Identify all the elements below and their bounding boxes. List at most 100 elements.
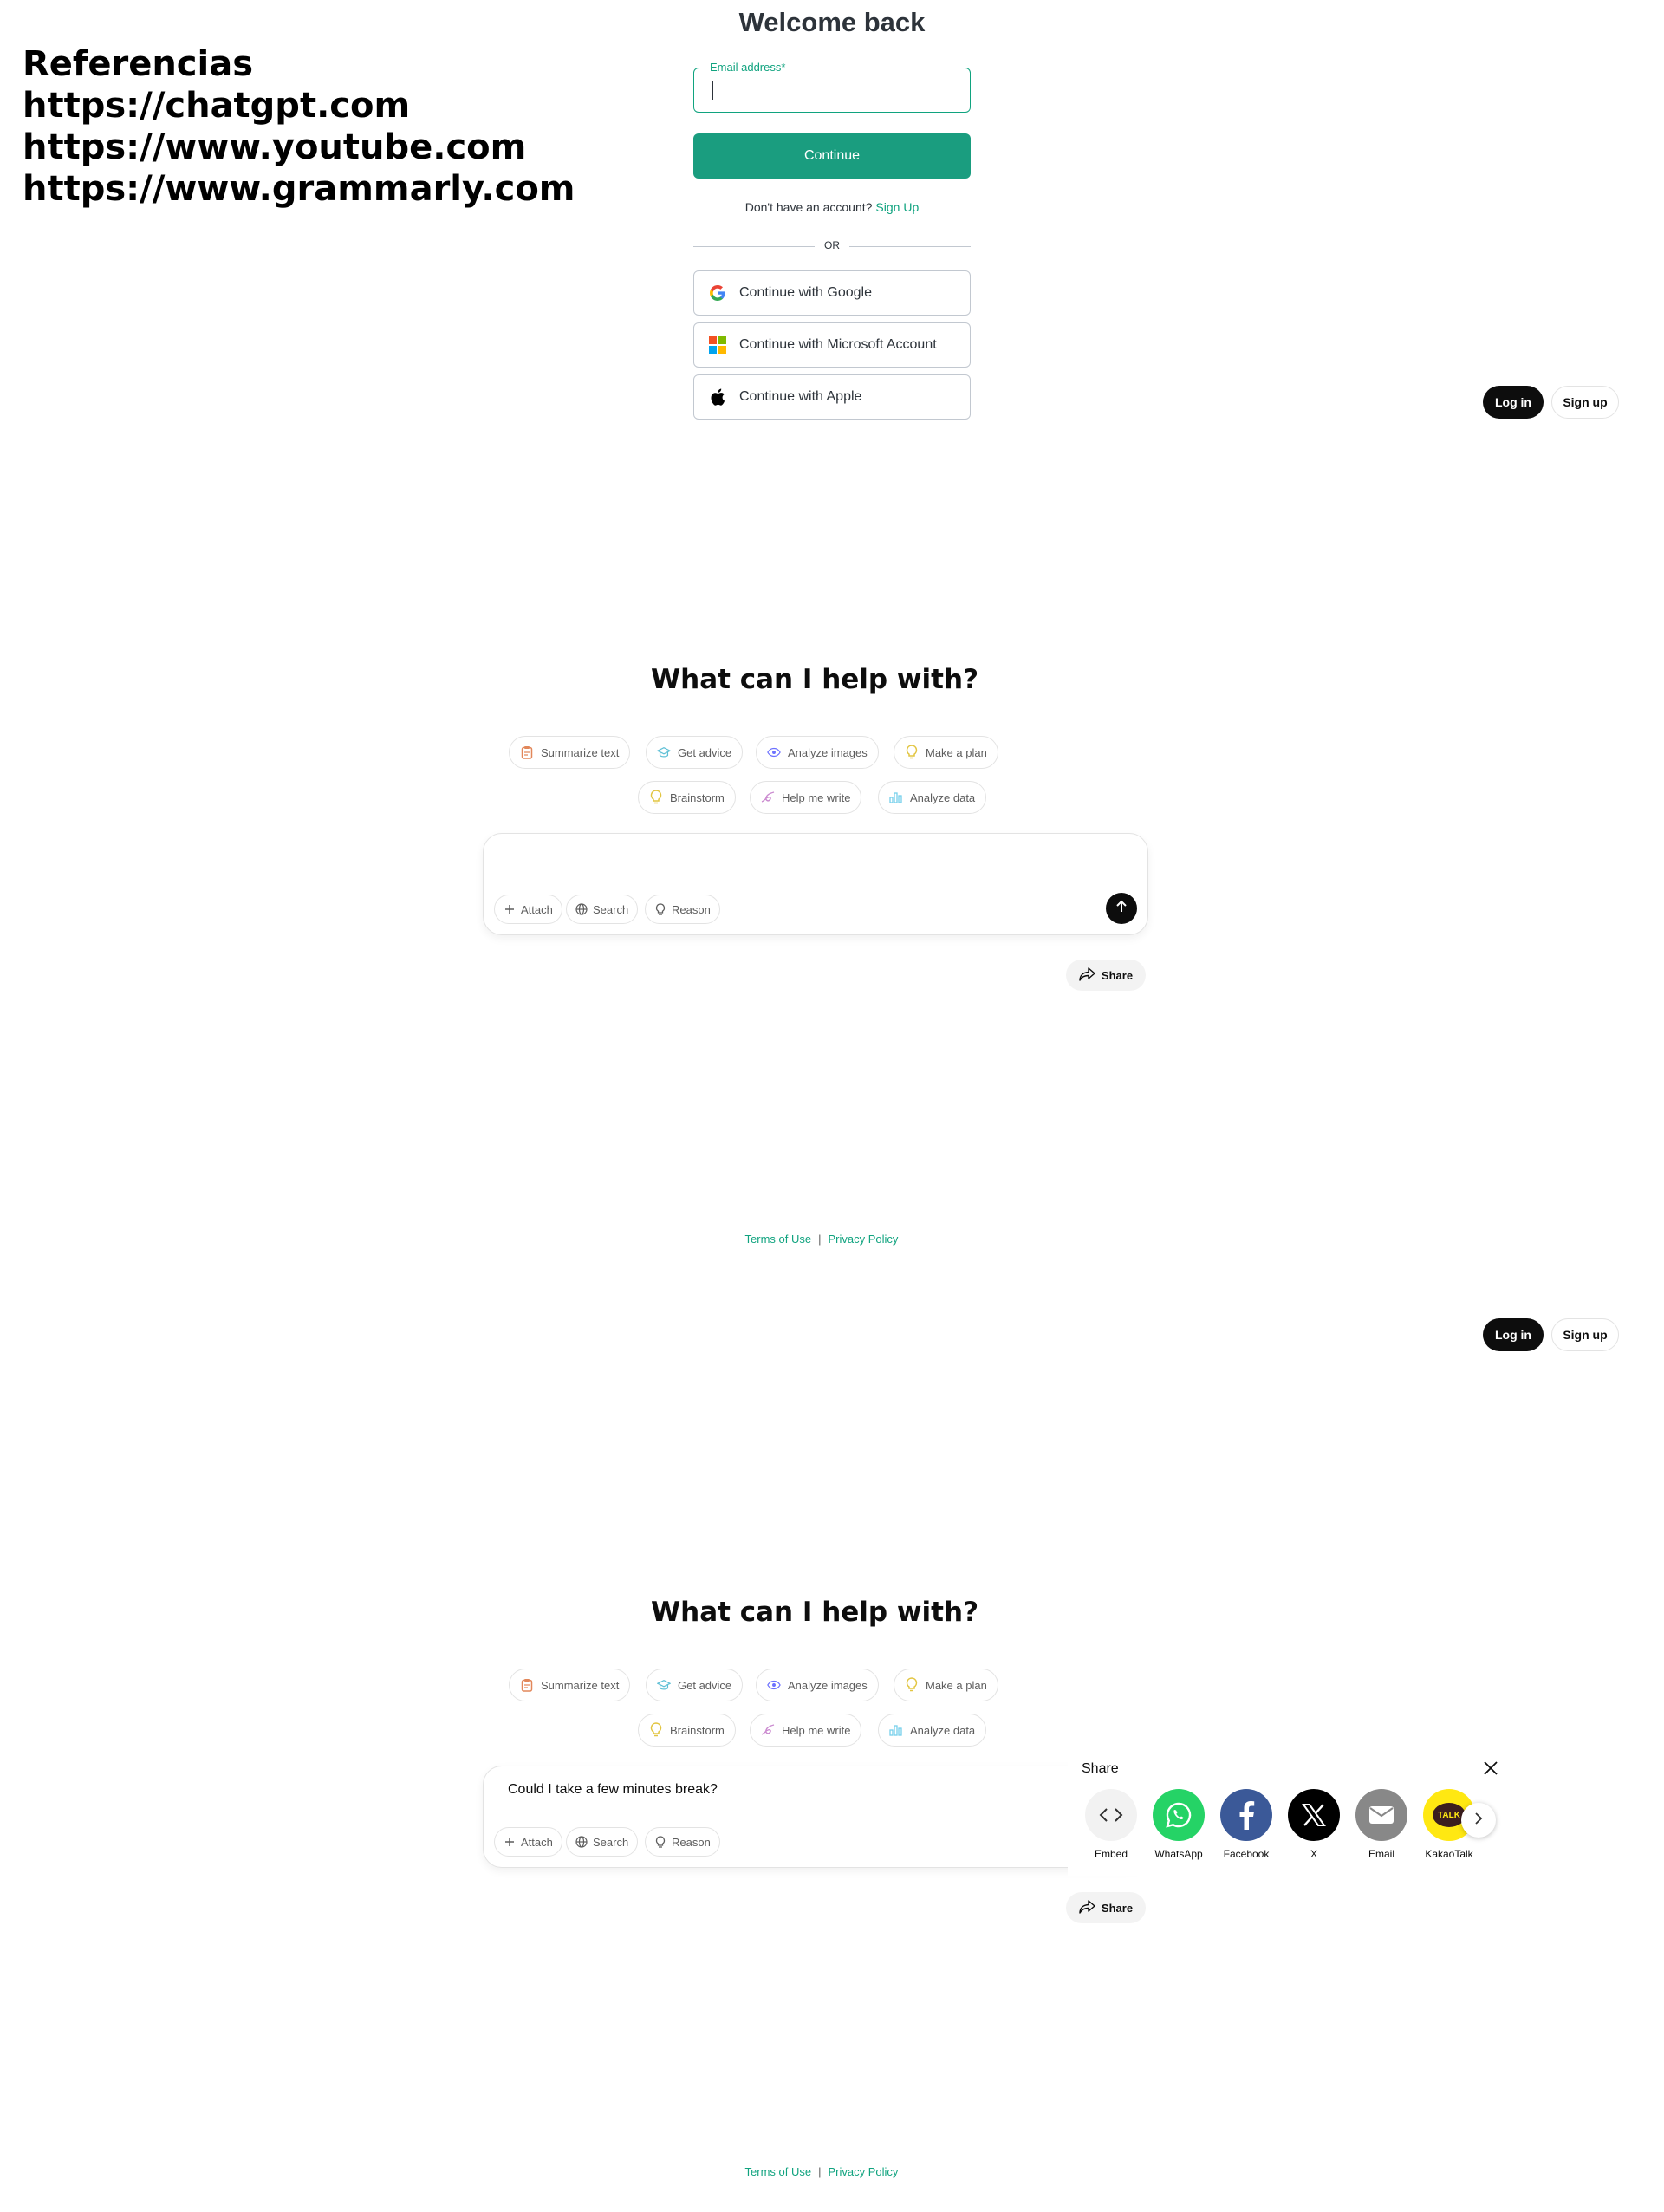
chip-label: Analyze images [788, 745, 868, 759]
share-item-label: X [1310, 1848, 1317, 1860]
terms-link[interactable]: Terms of Use [745, 2165, 812, 2178]
lightbulb-icon [905, 1677, 919, 1692]
no-account-text: Don't have an account? [744, 200, 873, 214]
chip-analyze-images[interactable]: Analyze images [756, 1669, 879, 1701]
reason-button[interactable]: Reason [645, 895, 720, 924]
chip-get-advice[interactable]: Get advice [646, 1669, 744, 1701]
send-button[interactable] [1106, 893, 1137, 924]
share-icon [1079, 1899, 1102, 1916]
chip-analyze-images[interactable]: Analyze images [756, 736, 879, 769]
chip-summarize-text[interactable]: Summarize text [509, 736, 631, 769]
composer-text[interactable]: Could I take a few minutes break? [508, 1782, 718, 1798]
share-facebook[interactable]: Facebook [1220, 1789, 1272, 1860]
share-item-label: KakaoTalk [1425, 1848, 1473, 1860]
footer: Terms of Use | Privacy Policy [648, 1233, 995, 1246]
chip-label: Summarize text [541, 1678, 620, 1692]
whatsapp-icon [1153, 1789, 1205, 1841]
signup-prompt: Don't have an account? Sign Up [693, 200, 971, 214]
signup-button[interactable]: Sign up [1551, 386, 1619, 419]
signup-button[interactable]: Sign up [1551, 1318, 1619, 1351]
embed-icon [1085, 1789, 1137, 1841]
chat-composer[interactable]: Attach Search Reason [483, 833, 1148, 935]
chat-headline: What can I help with? [650, 1597, 979, 1628]
references-title: Referencias [23, 44, 254, 84]
google-login-label: Continue with Google [739, 285, 872, 300]
reference-link[interactable]: https://chatgpt.com [23, 85, 575, 127]
continue-button[interactable]: Continue [693, 133, 971, 179]
privacy-link[interactable]: Privacy Policy [829, 1233, 899, 1246]
or-divider: OR [693, 239, 971, 253]
terms-link[interactable]: Terms of Use [745, 1233, 812, 1246]
google-login-button[interactable]: Continue with Google [693, 270, 971, 316]
kakao-badge-text: TALK [1438, 1810, 1460, 1820]
eye-icon [767, 745, 781, 759]
share-whatsapp[interactable]: WhatsApp [1153, 1789, 1205, 1860]
share-icon [1079, 966, 1102, 984]
chip-label: Get advice [678, 1678, 732, 1692]
signup-link[interactable]: Sign Up [875, 200, 919, 214]
share-button[interactable]: Share [1066, 1892, 1146, 1923]
next-button[interactable] [1461, 1803, 1496, 1838]
search-button[interactable]: Search [566, 895, 639, 924]
microsoft-icon [708, 335, 727, 355]
chip-summarize-text[interactable]: Summarize text [509, 1669, 631, 1701]
pen-icon [761, 790, 775, 804]
lightbulb-icon [649, 1722, 663, 1737]
chip-label: Analyze data [910, 1723, 976, 1737]
chip-label: Brainstorm [670, 790, 725, 804]
text-caret [712, 81, 713, 100]
attach-label: Attach [521, 902, 553, 916]
plus-icon [504, 1836, 516, 1848]
search-label: Search [593, 1835, 629, 1849]
share-label: Share [1101, 968, 1134, 982]
apple-login-button[interactable]: Continue with Apple [693, 374, 971, 420]
chip-analyze-data[interactable]: Analyze data [878, 1714, 987, 1747]
share-item-label: Facebook [1223, 1848, 1270, 1860]
chip-help-me-write[interactable]: Help me write [750, 781, 862, 814]
chip-get-advice[interactable]: Get advice [646, 736, 744, 769]
attach-button[interactable]: Attach [494, 895, 562, 924]
chip-analyze-data[interactable]: Analyze data [878, 781, 987, 814]
close-button[interactable] [1480, 1758, 1501, 1779]
share-email[interactable]: Email [1355, 1789, 1407, 1860]
chip-make-a-plan[interactable]: Make a plan [894, 1669, 998, 1701]
clipboard-icon [520, 1678, 534, 1692]
microsoft-login-button[interactable]: Continue with Microsoft Account [693, 322, 971, 368]
chip-label: Get advice [678, 745, 732, 759]
reference-link[interactable]: https://www.youtube.com [23, 127, 575, 168]
search-label: Search [593, 902, 629, 916]
chip-brainstorm[interactable]: Brainstorm [638, 781, 736, 814]
references-block: Referencias https://chatgpt.com https://… [23, 43, 575, 210]
chip-make-a-plan[interactable]: Make a plan [894, 736, 998, 769]
share-button[interactable]: Share [1066, 960, 1146, 991]
email-field-label: Email address* [706, 61, 790, 74]
or-text: OR [824, 239, 840, 251]
privacy-link[interactable]: Privacy Policy [829, 2165, 899, 2178]
clipboard-icon [520, 745, 534, 759]
lightbulb-icon [905, 745, 919, 759]
chip-help-me-write[interactable]: Help me write [750, 1714, 862, 1747]
attach-button[interactable]: Attach [494, 1827, 562, 1857]
chip-label: Help me write [782, 790, 851, 804]
search-button[interactable]: Search [566, 1827, 639, 1857]
chip-label: Help me write [782, 1723, 851, 1737]
chip-label: Analyze images [788, 1678, 868, 1692]
attach-label: Attach [521, 1835, 553, 1849]
login-button[interactable]: Log in [1483, 1318, 1544, 1351]
facebook-icon [1220, 1789, 1272, 1841]
google-icon [708, 283, 727, 303]
email-field[interactable]: Email address* [693, 61, 971, 113]
eye-icon [767, 1678, 781, 1692]
x-icon [1288, 1789, 1340, 1841]
reason-button[interactable]: Reason [645, 1827, 720, 1857]
chat-composer[interactable]: Could I take a few minutes break? Attach… [483, 1766, 1148, 1868]
pen-icon [761, 1723, 775, 1737]
share-embed[interactable]: Embed [1085, 1789, 1137, 1860]
reference-link[interactable]: https://www.grammarly.com [23, 168, 575, 210]
chip-label: Make a plan [926, 1678, 987, 1692]
graduation-cap-icon [657, 745, 671, 759]
login-button[interactable]: Log in [1483, 386, 1544, 419]
share-x[interactable]: X [1288, 1789, 1340, 1860]
plus-icon [504, 903, 516, 915]
chip-brainstorm[interactable]: Brainstorm [638, 1714, 736, 1747]
